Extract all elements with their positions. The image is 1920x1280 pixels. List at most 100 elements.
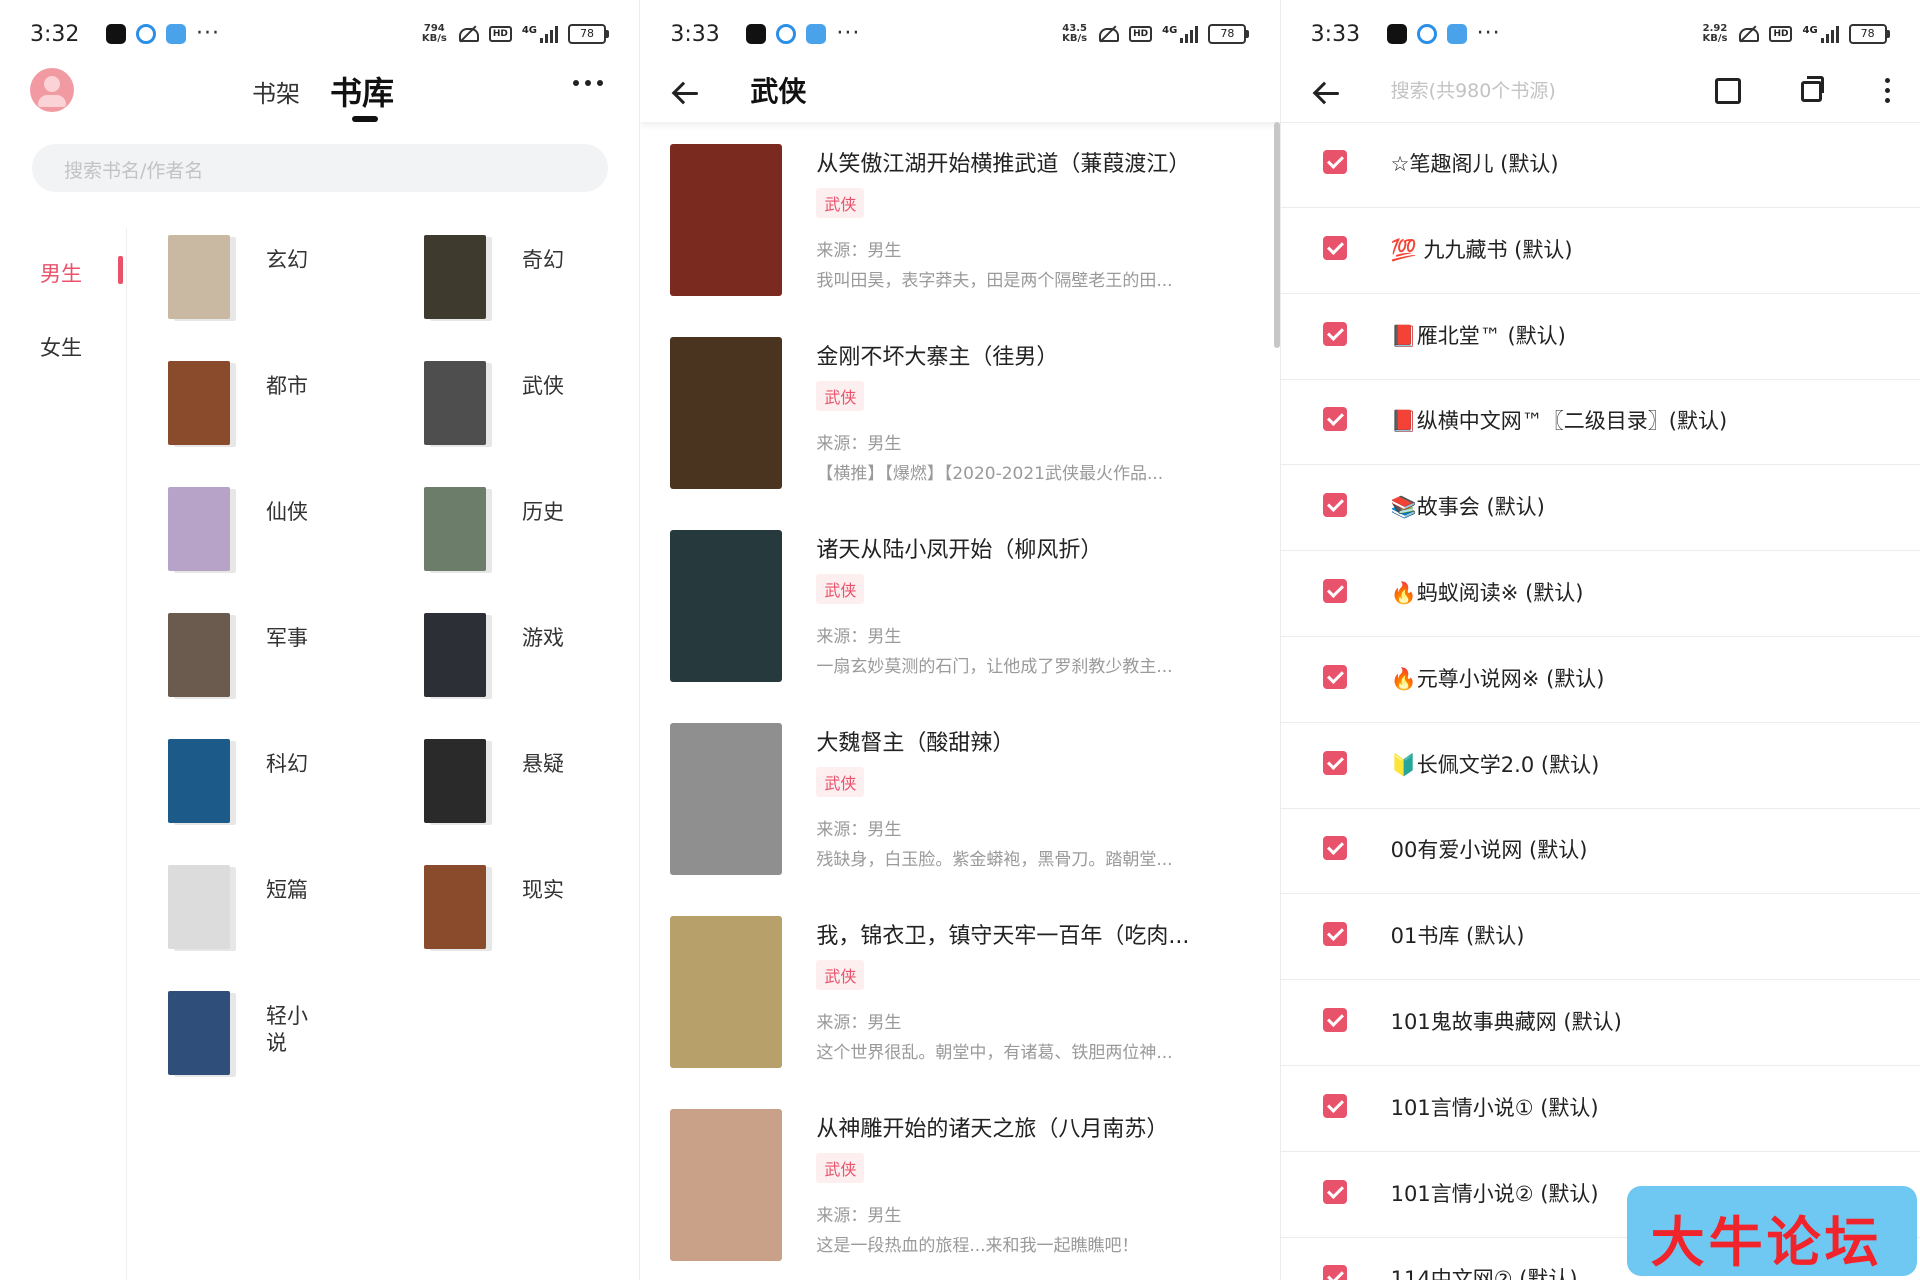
- category-label: 科幻: [266, 752, 308, 776]
- category-item[interactable]: 历史: [424, 487, 639, 587]
- select-all-icon[interactable]: [1714, 78, 1741, 104]
- source-label: 📕雁北堂™ (默认): [1390, 323, 1566, 348]
- sidebar-item-male[interactable]: 男生: [40, 256, 123, 288]
- back-arrow-icon[interactable]: [672, 78, 702, 108]
- tab-bookshelf[interactable]: 书架: [252, 74, 300, 109]
- sidebar-item-female[interactable]: 女生: [40, 332, 82, 362]
- tab-indicator: [352, 116, 378, 122]
- book-source: 来源：男生: [816, 1013, 902, 1033]
- book-cover-image: [670, 916, 783, 1068]
- source-checkbox[interactable]: [1322, 407, 1347, 432]
- source-list-item[interactable]: 📕雁北堂™ (默认): [1280, 294, 1920, 380]
- category-item[interactable]: 都市: [168, 361, 418, 461]
- source-checkbox[interactable]: [1322, 321, 1347, 346]
- book-description: 一扇玄妙莫测的石门，让他成了罗刹教少教主...: [816, 657, 1173, 677]
- status-time: 3:32: [30, 22, 80, 47]
- book-list-item[interactable]: 金刚不坏大寨主（徍男） 武侠 来源：男生 【横推】【爆燃】【2020-2021武侠最火…: [670, 337, 1260, 497]
- category-cover-image: [168, 865, 230, 949]
- book-title: 从笑傲江湖开始横推武道（蒹葭渡江）: [816, 152, 1191, 177]
- source-list-item[interactable]: 🔥蚂蚁阅读※ (默认): [1280, 551, 1920, 637]
- book-list-item[interactable]: 大魏督主（酸甜辣） 武侠 来源：男生 残缺身，白玉脸。紫金蟒袍，黑骨刀。踏朝堂...: [670, 723, 1260, 883]
- category-label: 都市: [266, 374, 308, 398]
- source-list-item[interactable]: 📕纵横中文网™〖二级目录〗(默认): [1280, 379, 1920, 466]
- category-cover-image: [168, 361, 230, 445]
- book-description: 残缺身，白玉脸。紫金蟒袍，黑骨刀。踏朝堂...: [816, 850, 1173, 870]
- category-tag: 武侠: [816, 1153, 865, 1183]
- source-list-item[interactable]: 101言情小说① (默认): [1280, 1066, 1920, 1152]
- category-item[interactable]: 仙侠: [168, 487, 418, 587]
- back-arrow-icon[interactable]: [1313, 78, 1343, 108]
- source-checkbox[interactable]: [1322, 1093, 1347, 1118]
- source-checkbox[interactable]: [1322, 1265, 1347, 1280]
- source-list-item[interactable]: 00有爱小说网 (默认): [1280, 808, 1920, 895]
- category-item[interactable]: 武侠: [424, 361, 639, 461]
- category-item[interactable]: 短篇: [168, 865, 418, 965]
- category-tag: 武侠: [816, 188, 865, 218]
- source-list-item[interactable]: 01书库 (默认): [1280, 894, 1920, 981]
- tiktok-icon: [106, 24, 126, 44]
- category-label: 历史: [522, 500, 564, 524]
- book-description: 这个世界很乱。朝堂中，有诸葛、铁胆两位神...: [816, 1043, 1173, 1063]
- category-label: 武侠: [522, 374, 564, 398]
- source-checkbox[interactable]: [1322, 750, 1347, 775]
- avatar[interactable]: [30, 68, 74, 112]
- book-source: 来源：男生: [816, 241, 902, 261]
- category-item[interactable]: 轻小说: [168, 991, 418, 1091]
- category-item[interactable]: 奇幻: [424, 235, 639, 335]
- source-list-item[interactable]: 📚故事会 (默认): [1280, 465, 1920, 552]
- hd-icon: HD: [1769, 26, 1793, 42]
- category-item[interactable]: 玄幻: [168, 235, 418, 335]
- category-label: 仙侠: [266, 500, 308, 524]
- category-tag: 武侠: [816, 381, 865, 411]
- source-label: 📕纵横中文网™〖二级目录〗(默认): [1390, 409, 1728, 434]
- source-list-item[interactable]: ☆笔趣阁儿 (默认): [1280, 122, 1920, 208]
- signal-icon: 4G: [1162, 25, 1199, 43]
- search-placeholder: 搜索书名/作者名: [64, 160, 204, 182]
- source-label: 📚故事会 (默认): [1390, 495, 1545, 520]
- browser-icon: [1416, 24, 1437, 44]
- browser-icon: [136, 24, 156, 44]
- category-label: 悬疑: [522, 752, 564, 776]
- category-item[interactable]: 科幻: [168, 739, 418, 839]
- category-item[interactable]: 悬疑: [424, 739, 639, 839]
- app-icon: [1446, 24, 1467, 44]
- category-item[interactable]: 游戏: [424, 613, 639, 713]
- category-item[interactable]: 军事: [168, 613, 418, 713]
- source-label: 🔥元尊小说网※ (默认): [1390, 666, 1605, 691]
- page-title: 武侠: [750, 75, 807, 108]
- category-cover-image: [168, 613, 230, 697]
- source-checkbox[interactable]: [1322, 836, 1347, 861]
- source-checkbox[interactable]: [1322, 493, 1347, 518]
- book-title: 诸天从陆小凤开始（柳风折）: [816, 538, 1103, 563]
- source-checkbox[interactable]: [1322, 1008, 1347, 1032]
- source-list-item[interactable]: 101鬼故事典藏网 (默认): [1280, 980, 1920, 1066]
- more-vert-icon[interactable]: [1884, 78, 1890, 103]
- category-cover-image: [424, 613, 486, 697]
- source-checkbox[interactable]: [1322, 922, 1347, 947]
- source-search-input[interactable]: 搜索(共980个书源): [1391, 76, 1556, 103]
- book-list-item[interactable]: 我，锦衣卫，镇守天牢一百年（吃肉... 武侠 来源：男生 这个世界很乱。朝堂中，有诸葛…: [670, 916, 1260, 1076]
- category-cover-image: [168, 487, 230, 571]
- battery-icon: 78: [568, 24, 609, 44]
- source-checkbox[interactable]: [1322, 664, 1347, 689]
- category-panel: 3:33 ··· 43.5 KB/s HD 4G 78 武侠 从笑傲江湖开始横推武…: [639, 0, 1280, 1280]
- invert-selection-icon[interactable]: [1800, 76, 1825, 102]
- source-list-item[interactable]: 💯 九九藏书 (默认): [1280, 208, 1920, 294]
- search-input[interactable]: 搜索书名/作者名: [32, 144, 608, 192]
- source-label: 101鬼故事典藏网 (默认): [1390, 1010, 1622, 1034]
- book-list-item[interactable]: 从神雕开始的诸天之旅（八月南苏） 武侠 来源：男生 这是一段热血的旅程...来和我一起…: [670, 1109, 1260, 1269]
- source-label: 💯 九九藏书 (默认): [1390, 237, 1573, 262]
- source-list-item[interactable]: 🔥元尊小说网※ (默认): [1280, 637, 1920, 723]
- book-title: 从神雕开始的诸天之旅（八月南苏）: [816, 1117, 1169, 1142]
- category-item[interactable]: 现实: [424, 865, 639, 965]
- category-tag: 武侠: [816, 767, 865, 797]
- source-checkbox[interactable]: [1322, 235, 1347, 260]
- source-checkbox[interactable]: [1322, 1179, 1347, 1204]
- book-list-item[interactable]: 诸天从陆小凤开始（柳风折） 武侠 来源：男生 一扇玄妙莫测的石门，让他成了罗刹教少教主…: [670, 530, 1260, 690]
- source-checkbox[interactable]: [1322, 579, 1347, 603]
- book-list-item[interactable]: 从笑傲江湖开始横推武道（蒹葭渡江） 武侠 来源：男生 我叫田昊，表字莽夫，田是两个隔壁…: [670, 144, 1260, 304]
- source-list-item[interactable]: 🔰长佩文学2.0 (默认): [1280, 723, 1920, 809]
- tab-library[interactable]: 书库: [330, 68, 394, 122]
- source-checkbox[interactable]: [1322, 150, 1347, 174]
- more-menu-icon[interactable]: [573, 80, 604, 86]
